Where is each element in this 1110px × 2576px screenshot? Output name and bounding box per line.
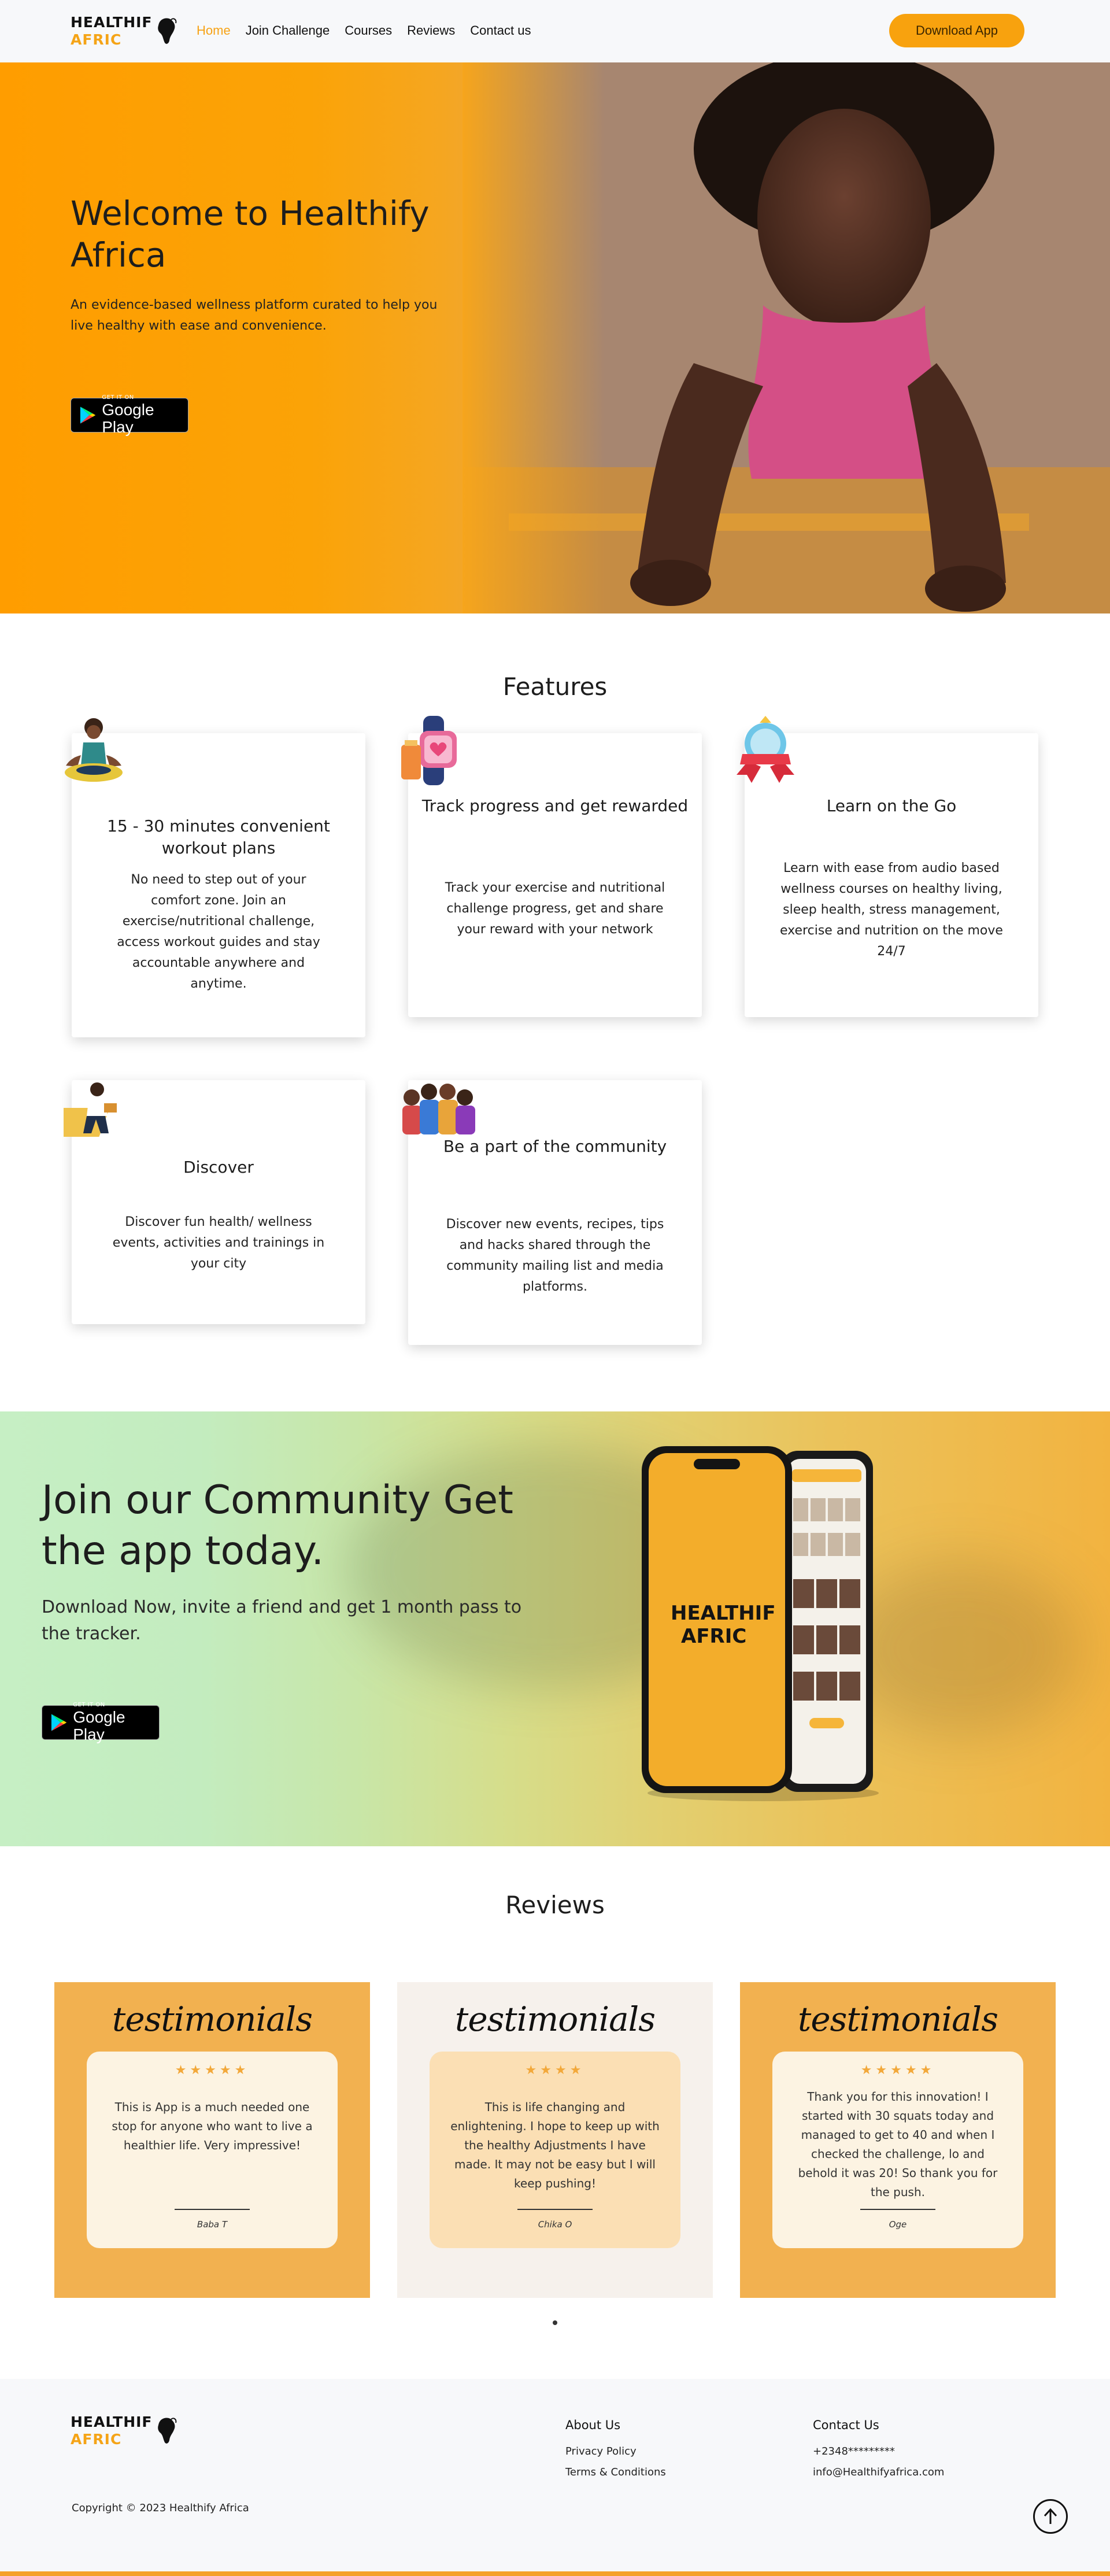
- footer-logo[interactable]: HEALTHIF AFRIC: [71, 2414, 178, 2448]
- badge-big-text: Google Play: [73, 1708, 125, 1743]
- feature-card-text: No need to step out of your comfort zone…: [117, 873, 320, 991]
- rating-stars: ★★★★★: [860, 2063, 935, 2078]
- review-card: testimonials ★★★★★ This is App is a much…: [54, 1982, 370, 2298]
- smartwatch-icon: [401, 716, 457, 785]
- phone-brand-line-2: AFRIC: [681, 1625, 746, 1648]
- feature-card-text: Discover new events, recipes, tips and h…: [446, 1217, 664, 1294]
- africa-map-icon: [157, 18, 176, 44]
- testimonials-heading: testimonials: [798, 2000, 998, 2039]
- hero-title: Welcome to Healthify Africa: [71, 194, 430, 275]
- africa-map-icon: [157, 2418, 176, 2444]
- feature-card-title: 15 - 30 minutes convenient workout plans: [107, 816, 330, 858]
- review-text: This is App is a much needed one stop fo…: [112, 2100, 313, 2152]
- explorer-icon: [64, 1082, 117, 1137]
- feature-card-text: Discover fun health/ wellness events, ac…: [112, 1215, 325, 1271]
- reviewer-name: Oge: [889, 2219, 907, 2230]
- feature-card-title: Discover: [183, 1158, 254, 1177]
- review-card: testimonials ★★★★★ Thank you for this in…: [740, 1982, 1056, 2298]
- community-subtitle: Download Now, invite a friend and get 1 …: [42, 1597, 522, 1644]
- download-app-button[interactable]: Download App: [889, 14, 1024, 47]
- nav-link-contact[interactable]: Contact us: [470, 23, 531, 38]
- reviews-title: Reviews: [505, 1891, 605, 1919]
- testimonials-heading: testimonials: [112, 2000, 313, 2039]
- community-section: Join our Community Get the app today. Do…: [0, 1411, 1110, 1846]
- testimonials-heading: testimonials: [455, 2000, 656, 2039]
- scroll-to-top-button[interactable]: [1033, 2499, 1068, 2534]
- meditation-icon: [65, 718, 123, 782]
- hero-athlete-image: [462, 62, 1110, 613]
- logo-line-1: HEALTHIF: [71, 14, 153, 31]
- reviewer-name: Chika O: [538, 2219, 572, 2230]
- contact-phone[interactable]: +2348*********: [813, 2441, 944, 2462]
- logo-line-1: HEALTHIF: [71, 2414, 153, 2430]
- google-play-icon: [80, 406, 96, 424]
- google-play-badge[interactable]: GET IT ON Google Play: [71, 394, 188, 436]
- arrow-up-icon: [1044, 2508, 1057, 2524]
- review-text: This is life changing and enlightening. …: [450, 2100, 660, 2190]
- hero-section: Welcome to Healthify Africa An evidence-…: [0, 62, 1110, 613]
- hero-subtitle: An evidence-based wellness platform cura…: [71, 298, 438, 333]
- feature-card-text: Track your exercise and nutritional chal…: [445, 881, 665, 937]
- rating-stars: ★★★★★: [175, 2063, 250, 2078]
- feature-card-title: Track progress and get rewarded: [421, 796, 689, 815]
- bottom-accent-bar: [0, 2571, 1110, 2576]
- footer: HEALTHIF AFRIC Copyright © 2023 Healthif…: [0, 2379, 1110, 2576]
- nav-links: Home Join Challenge Courses Reviews Cont…: [197, 23, 531, 38]
- award-badge-icon: [737, 716, 794, 783]
- copyright-text: Copyright © 2023 Healthify Africa: [72, 2502, 249, 2514]
- google-play-badge[interactable]: GET IT ON Google Play: [42, 1702, 160, 1743]
- reviewer-name: Baba T: [197, 2219, 228, 2230]
- rating-stars: ★★★★: [525, 2063, 585, 2078]
- terms-link[interactable]: Terms & Conditions: [565, 2462, 666, 2483]
- carousel-dot[interactable]: [553, 2320, 557, 2325]
- nav-link-join-challenge[interactable]: Join Challenge: [246, 23, 330, 38]
- footer-about-title: About Us: [565, 2418, 621, 2432]
- contact-email[interactable]: info@Healthifyafrica.com: [813, 2462, 944, 2483]
- privacy-policy-link[interactable]: Privacy Policy: [565, 2441, 666, 2462]
- app-phones-image: HEALTHIF AFRIC: [642, 1446, 879, 1801]
- community-title: Join our Community Get the app today.: [42, 1477, 513, 1574]
- logo-line-2: AFRIC: [71, 31, 122, 48]
- top-navbar: HEALTHIF AFRIC Home Join Challenge Cours…: [0, 0, 1110, 62]
- feature-card-text: Learn with ease from audio based wellnes…: [780, 861, 1003, 959]
- feature-card-title: Learn on the Go: [826, 796, 957, 815]
- phone-brand-line-1: HEALTHIF: [671, 1602, 776, 1625]
- review-card: testimonials ★★★★ This is life changing …: [397, 1982, 713, 2298]
- nav-link-home[interactable]: Home: [197, 23, 231, 38]
- brand-logo[interactable]: HEALTHIF AFRIC: [71, 14, 178, 49]
- footer-contact-column: Contact Us +2348********* info@Healthify…: [813, 2418, 944, 2483]
- review-text: Thank you for this innovation! I started…: [798, 2090, 998, 2199]
- nav-link-courses[interactable]: Courses: [345, 23, 392, 38]
- nav-link-reviews[interactable]: Reviews: [407, 23, 455, 38]
- community-icon: [402, 1084, 475, 1134]
- features-title: Features: [502, 672, 608, 701]
- footer-about-column: About Us Privacy Policy Terms & Conditio…: [565, 2418, 666, 2483]
- google-play-icon: [51, 1714, 67, 1731]
- footer-contact-title: Contact Us: [813, 2418, 879, 2432]
- badge-big-text: Google Play: [102, 401, 154, 436]
- logo-line-2: AFRIC: [71, 2431, 122, 2448]
- feature-card-title: Be a part of the community: [443, 1137, 667, 1156]
